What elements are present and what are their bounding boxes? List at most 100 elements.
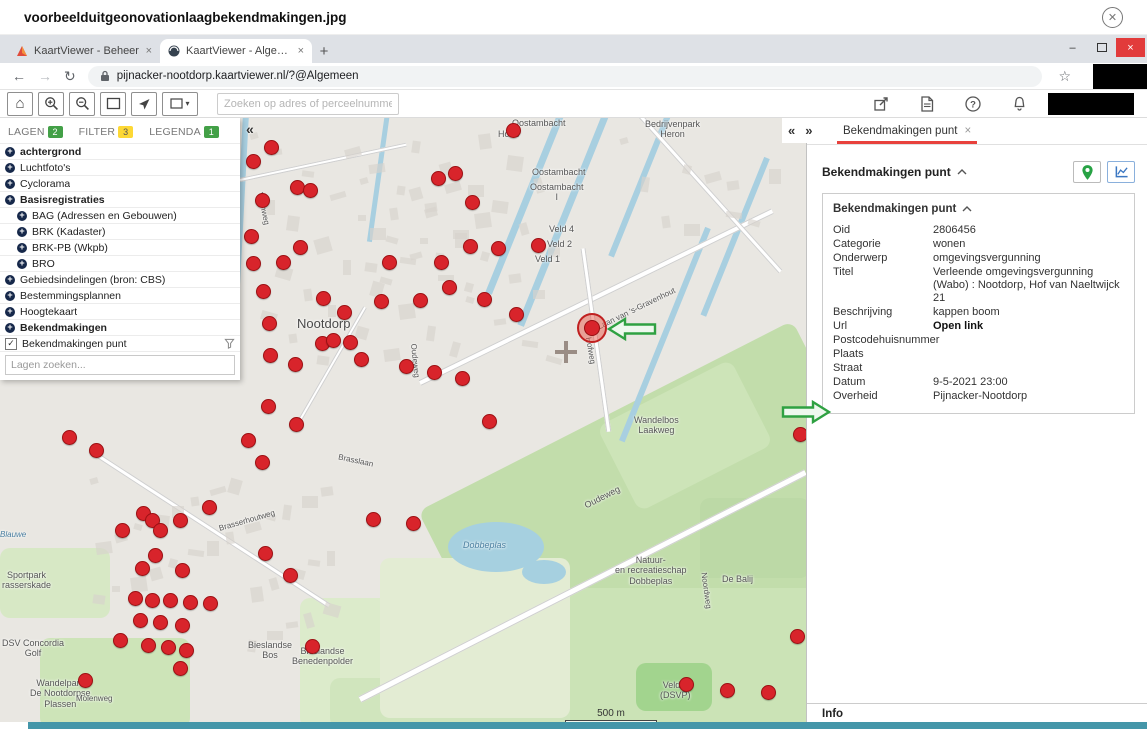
expand-plus-icon[interactable]: + — [17, 259, 27, 269]
map-marker[interactable] — [482, 414, 497, 429]
map-marker[interactable] — [463, 239, 478, 254]
layer-item[interactable]: +BRO — [0, 255, 240, 271]
map-marker[interactable] — [276, 255, 291, 270]
map-marker[interactable] — [241, 433, 256, 448]
map-marker[interactable] — [679, 677, 694, 692]
help-icon[interactable]: ? — [965, 96, 981, 112]
layer-item[interactable]: ✓Bekendmakingen punt — [0, 335, 240, 351]
map-marker[interactable] — [720, 683, 735, 698]
layer-item[interactable]: +BRK (Kadaster) — [0, 223, 240, 239]
minimize-button[interactable]: – — [1058, 38, 1087, 57]
pan-navigate-button[interactable] — [131, 92, 157, 116]
browser-tab-beheer[interactable]: KaartViewer - Beheer × — [8, 39, 160, 63]
map-marker[interactable] — [434, 255, 449, 270]
map-marker[interactable] — [258, 546, 273, 561]
reload-icon[interactable]: ↻ — [64, 68, 76, 85]
layer-item[interactable]: +Cyclorama — [0, 175, 240, 191]
map-marker[interactable] — [455, 371, 470, 386]
tab-close-icon[interactable]: × — [146, 45, 152, 57]
map-marker[interactable] — [161, 640, 176, 655]
layer-item[interactable]: +Basisregistraties — [0, 191, 240, 207]
map-marker[interactable] — [202, 500, 217, 515]
pdf-export-icon[interactable] — [920, 96, 934, 112]
detail-value[interactable]: Open link — [933, 320, 1124, 333]
layer-item[interactable]: +BAG (Adressen en Gebouwen) — [0, 207, 240, 223]
map-marker[interactable] — [255, 193, 270, 208]
back-icon[interactable]: ← — [12, 68, 26, 84]
map-marker[interactable] — [113, 633, 128, 648]
panel-tab-close-icon[interactable]: × — [964, 125, 971, 137]
map-marker[interactable] — [141, 638, 156, 653]
selected-marker[interactable] — [577, 313, 607, 343]
expand-plus-icon[interactable]: + — [17, 227, 27, 237]
sidebar-collapse-icon[interactable]: « — [246, 121, 254, 137]
forward-icon[interactable]: → — [38, 68, 52, 84]
tab-legenda[interactable]: LEGENDA1 — [149, 126, 219, 138]
map-marker[interactable] — [366, 512, 381, 527]
panel-collapse-icon[interactable]: « — [788, 123, 795, 138]
map-marker[interactable] — [337, 305, 352, 320]
zoom-to-location-button[interactable] — [1073, 161, 1101, 183]
edit-share-icon[interactable] — [873, 96, 889, 112]
expand-plus-icon[interactable]: + — [17, 243, 27, 253]
extent-select-button[interactable]: ▾ — [162, 92, 198, 116]
zoom-in-button[interactable] — [38, 92, 64, 116]
map-search-input[interactable] — [217, 93, 399, 115]
map-marker[interactable] — [293, 240, 308, 255]
map-marker[interactable] — [374, 294, 389, 309]
panel-expand-icon[interactable]: » — [805, 123, 812, 138]
map-marker[interactable] — [89, 443, 104, 458]
map-marker[interactable] — [263, 348, 278, 363]
map-marker[interactable] — [283, 568, 298, 583]
layer-item[interactable]: +Hoogtekaart — [0, 303, 240, 319]
expand-plus-icon[interactable]: + — [17, 211, 27, 221]
filter-funnel-icon[interactable] — [224, 338, 235, 349]
map-marker[interactable] — [203, 596, 218, 611]
tab-lagen[interactable]: LAGEN2 — [8, 126, 63, 138]
map-marker[interactable] — [509, 307, 524, 322]
map-marker[interactable] — [175, 563, 190, 578]
rect-select-button[interactable] — [100, 92, 126, 116]
map-marker[interactable] — [261, 399, 276, 414]
layer-item[interactable]: +Gebiedsindelingen (bron: CBS) — [0, 271, 240, 287]
layer-item[interactable]: +Bestemmingsplannen — [0, 287, 240, 303]
bookmark-star-icon[interactable]: ☆ — [1058, 68, 1071, 85]
zoom-out-button[interactable] — [69, 92, 95, 116]
expand-plus-icon[interactable]: + — [5, 147, 15, 157]
map-marker[interactable] — [413, 293, 428, 308]
map-marker[interactable] — [175, 618, 190, 633]
url-bar[interactable]: pijnacker-nootdorp.kaartviewer.nl/?@Alge… — [88, 66, 1043, 87]
map-marker[interactable] — [491, 241, 506, 256]
map-marker[interactable] — [153, 523, 168, 538]
map-marker[interactable] — [135, 561, 150, 576]
map-marker[interactable] — [506, 123, 521, 138]
map-marker[interactable] — [303, 183, 318, 198]
expand-plus-icon[interactable]: + — [5, 275, 15, 285]
map-marker[interactable] — [793, 427, 807, 442]
map-marker[interactable] — [133, 613, 148, 628]
expand-plus-icon[interactable]: + — [5, 291, 15, 301]
layer-search-input[interactable] — [5, 355, 235, 375]
close-icon[interactable]: ✕ — [1102, 7, 1123, 28]
layer-item[interactable]: +Bekendmakingen — [0, 319, 240, 335]
map-marker[interactable] — [173, 661, 188, 676]
expand-plus-icon[interactable]: + — [5, 195, 15, 205]
map-marker[interactable] — [790, 629, 805, 644]
map-marker[interactable] — [326, 333, 341, 348]
layer-item[interactable]: +achtergrond — [0, 143, 240, 159]
map-marker[interactable] — [262, 316, 277, 331]
map-marker[interactable] — [255, 455, 270, 470]
bell-icon[interactable] — [1012, 96, 1027, 112]
expand-plus-icon[interactable]: + — [5, 179, 15, 189]
map-marker[interactable] — [256, 284, 271, 299]
map-marker[interactable] — [183, 595, 198, 610]
map-marker[interactable] — [399, 359, 414, 374]
map-marker[interactable] — [427, 365, 442, 380]
map-marker[interactable] — [244, 229, 259, 244]
map-marker[interactable] — [128, 591, 143, 606]
map-marker[interactable] — [153, 615, 168, 630]
map-marker[interactable] — [173, 513, 188, 528]
new-tab-button[interactable]: + — [312, 39, 336, 63]
layer-item[interactable]: +BRK-PB (Wkpb) — [0, 239, 240, 255]
map-marker[interactable] — [406, 516, 421, 531]
